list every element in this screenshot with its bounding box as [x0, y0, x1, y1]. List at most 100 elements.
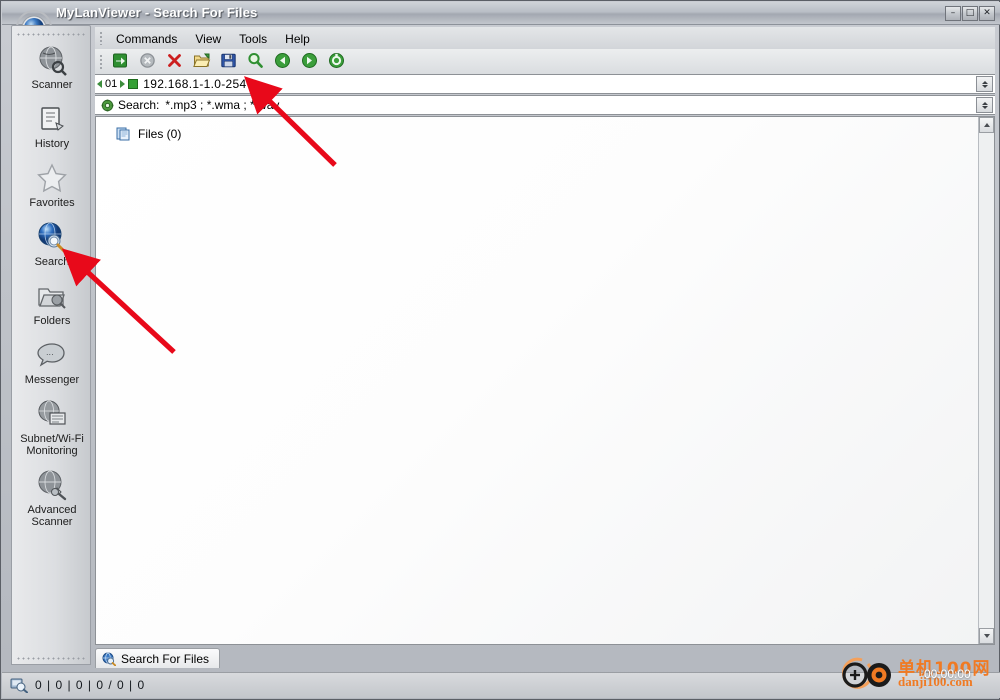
subnet-wifi-icon — [35, 397, 69, 431]
results-root-row[interactable]: Files (0) — [116, 126, 181, 141]
green-back-arrow-icon — [274, 52, 291, 72]
refresh-button[interactable] — [323, 51, 350, 72]
scroll-up-button[interactable] — [979, 117, 994, 133]
sidebar-grip-bottom[interactable] — [16, 652, 86, 662]
search-status-icon — [10, 677, 28, 693]
sidebar-items: Scanner History Favorites Search Folders… — [12, 38, 92, 534]
start-scan-button[interactable] — [107, 51, 134, 72]
open-button[interactable] — [188, 51, 215, 72]
left-triangle-icon[interactable] — [97, 80, 102, 88]
sidebar-item-subnet-wifi-monitoring[interactable]: Subnet/Wi-Fi Monitoring — [12, 392, 92, 463]
sidebar-item-label: Advanced Scanner — [27, 504, 77, 528]
toolbar — [95, 49, 995, 75]
sidebar-item-history[interactable]: History — [12, 97, 92, 156]
menu-item-help[interactable]: Help — [278, 30, 317, 48]
scroll-down-button[interactable] — [979, 628, 994, 644]
search-label: Search: — [118, 98, 160, 112]
spinner-down-icon — [981, 84, 988, 88]
search-globe-icon — [35, 220, 69, 254]
search-value: *.mp3 ; *.wma ; *.wav — [165, 98, 280, 112]
files-icon — [116, 126, 132, 141]
green-forward-arrow-icon — [301, 52, 318, 72]
sidebar-item-label: Messenger — [24, 374, 80, 386]
back-button[interactable] — [269, 51, 296, 72]
sidebar-item-label: Subnet/Wi-Fi Monitoring — [20, 433, 84, 457]
history-icon — [35, 102, 69, 136]
search-globe-icon — [102, 652, 116, 666]
status-bar: 0 | 0 | 0 | 0 / 0 | 0 单机100网 danji100.co… — [2, 657, 1000, 698]
results-root-label: Files (0) — [138, 126, 182, 141]
right-triangle-icon[interactable] — [120, 80, 126, 88]
chevron-down-icon — [983, 634, 990, 638]
gray-stop-circle-icon — [139, 52, 156, 72]
spinner-down-icon — [981, 105, 988, 109]
title-bar: MyLanViewer - Search For Files – □ ✕ — [2, 2, 1000, 25]
folders-icon — [35, 279, 69, 313]
delete-button[interactable] — [161, 51, 188, 72]
menu-item-view[interactable]: View — [188, 30, 228, 48]
green-refresh-icon — [328, 52, 345, 72]
chevron-up-icon — [983, 123, 990, 127]
window-frame: MyLanViewer - Search For Files – □ ✕ Sca… — [0, 0, 1000, 700]
messenger-balloon-icon: ... — [35, 338, 69, 372]
window-title: MyLanViewer - Search For Files — [56, 5, 258, 20]
svg-text:...: ... — [46, 348, 54, 357]
menu-grip[interactable] — [99, 31, 103, 45]
green-arrow-into-box-icon — [112, 52, 129, 72]
menu-item-tools[interactable]: Tools — [232, 30, 274, 48]
favorites-star-icon — [35, 161, 69, 195]
search-bar[interactable]: Search: *.mp3 ; *.wma ; *.wav — [95, 95, 995, 115]
magnifier-icon — [247, 52, 264, 72]
sidebar: Scanner History Favorites Search Folders… — [11, 25, 91, 665]
advanced-scanner-icon — [35, 468, 69, 502]
sidebar-item-messenger[interactable]: ... Messenger — [12, 333, 92, 392]
sidebar-item-search[interactable]: Search — [12, 215, 92, 274]
address-bar[interactable]: 01 192.168.1-1.0-254 — [95, 74, 995, 94]
red-x-icon — [166, 52, 183, 72]
find-button[interactable] — [242, 51, 269, 72]
sidebar-item-favorites[interactable]: Favorites — [12, 156, 92, 215]
spinner-up-icon — [981, 80, 988, 84]
menu-item-commands[interactable]: Commands — [109, 30, 184, 48]
sidebar-item-folders[interactable]: Folders — [12, 274, 92, 333]
minimize-icon: – — [950, 8, 956, 18]
window-controls: – □ ✕ — [945, 6, 995, 21]
toolbar-buttons — [107, 51, 350, 72]
client-area: Commands View Tools Help 01 192.168.1-1.… — [95, 27, 995, 645]
save-button[interactable] — [215, 51, 242, 72]
sidebar-item-label: Favorites — [29, 197, 75, 209]
sidebar-item-advanced-scanner[interactable]: Advanced Scanner — [12, 463, 92, 534]
forward-button[interactable] — [296, 51, 323, 72]
toolbar-grip[interactable] — [99, 54, 103, 70]
menu-bar: Commands View Tools Help — [95, 27, 995, 50]
minimize-button[interactable]: – — [945, 6, 961, 21]
search-spinner[interactable] — [976, 97, 993, 113]
maximize-button[interactable]: □ — [962, 6, 978, 21]
stop-scan-button[interactable] — [134, 51, 161, 72]
close-button[interactable]: ✕ — [979, 6, 995, 21]
floppy-save-icon — [220, 52, 237, 72]
address-index: 01 — [105, 78, 118, 90]
address-value: 192.168.1-1.0-254 — [143, 77, 247, 91]
scanner-globe-icon — [35, 43, 69, 77]
menu-items: Commands View Tools Help — [109, 30, 317, 48]
sidebar-item-label: Scanner — [31, 79, 73, 91]
results-list[interactable]: Files (0) — [95, 116, 995, 645]
watermark-timer: 00:00:00 — [924, 667, 971, 681]
close-icon: ✕ — [983, 8, 991, 18]
address-spinner[interactable] — [976, 76, 993, 92]
tab-search-for-files[interactable]: Search For Files — [95, 648, 221, 668]
results-vertical-scrollbar[interactable] — [978, 117, 994, 644]
sidebar-grip-top[interactable] — [16, 28, 86, 38]
watermark: 单机100网 danji100.com 00:00:00 — [836, 650, 996, 696]
sidebar-item-label: Search — [34, 256, 70, 268]
application-window: MyLanViewer - Search For Files – □ ✕ Sca… — [0, 0, 1000, 700]
gear-icon — [101, 99, 114, 112]
sidebar-item-scanner[interactable]: Scanner — [12, 38, 92, 97]
sidebar-item-label: Folders — [33, 315, 71, 327]
spinner-up-icon — [981, 101, 988, 105]
open-folder-icon — [192, 52, 211, 72]
green-square-icon — [128, 79, 139, 89]
tab-label: Search For Files — [121, 651, 210, 666]
maximize-icon: □ — [965, 8, 975, 18]
